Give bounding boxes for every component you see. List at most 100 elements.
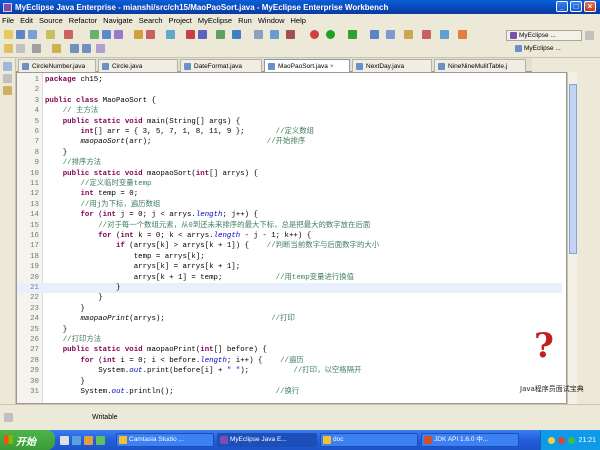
tray-icon-2[interactable]	[558, 436, 566, 444]
forward-icon[interactable]	[82, 44, 91, 53]
code-line[interactable]: 14 for (int j = 0; j < arrys.length; j++…	[17, 210, 562, 220]
code-line[interactable]: 3 public class MaoPaoSort {	[17, 96, 562, 106]
next-annotation-icon[interactable]	[4, 44, 13, 53]
code-line[interactable]: 2	[17, 85, 562, 95]
code-line[interactable]: 4 // 主方法	[17, 106, 562, 116]
save-all-icon[interactable]	[28, 30, 37, 39]
code-text[interactable]: for (int j = 0; j < arrys.length; j++) {	[45, 210, 257, 220]
refresh-icon[interactable]	[216, 30, 225, 39]
run-external-icon[interactable]	[348, 30, 357, 39]
build-icon[interactable]	[64, 30, 73, 39]
code-text[interactable]: for (int i = 0; i < before.length; i++) …	[45, 356, 303, 366]
perspective-icon[interactable]	[458, 30, 467, 39]
code-text[interactable]: //排序方法	[45, 158, 101, 168]
menu-edit[interactable]: Edit	[20, 16, 33, 25]
menu-source[interactable]: Source	[39, 16, 63, 25]
code-text[interactable]: for (int k = 0; k < arrys.length - j - 1…	[45, 231, 311, 241]
task-camtasia[interactable]: Camtasia Studio ...	[116, 433, 214, 447]
menu-refactor[interactable]: Refactor	[69, 16, 97, 25]
perspective-switcher-primary[interactable]: MyEclipse ...	[506, 30, 582, 41]
code-line[interactable]: 8 }	[17, 148, 562, 158]
code-line[interactable]: 24 maopaoPrint(arrys); //打印	[17, 314, 562, 324]
code-text[interactable]: }	[45, 283, 120, 293]
close-button[interactable]: ×	[584, 1, 596, 12]
open-type-icon[interactable]	[370, 30, 379, 39]
debug-icon[interactable]	[310, 30, 319, 39]
quicklaunch-explorer-icon[interactable]	[84, 436, 93, 445]
code-text[interactable]: }	[45, 304, 84, 314]
code-text[interactable]: maopaoSort(arr); //开始排序	[45, 137, 305, 147]
code-line[interactable]: 26 //打印方法	[17, 335, 562, 345]
code-text[interactable]: public static void maopaoSort(int[] arry…	[45, 169, 258, 179]
run-icon[interactable]	[326, 30, 335, 39]
code-line[interactable]: 23 }	[17, 304, 562, 314]
code-line[interactable]: 13 //用j为下标，遍历数组	[17, 200, 562, 210]
db-icon[interactable]	[270, 30, 279, 39]
tab-ninenine[interactable]: NineNineMulitTable.j	[434, 59, 526, 72]
tab-circle[interactable]: Circle.java	[98, 59, 178, 72]
code-text[interactable]: System.out.println(); //换行	[45, 387, 299, 397]
menu-search[interactable]: Search	[139, 16, 163, 25]
code-text[interactable]: temp = arrys[k];	[45, 252, 205, 262]
new-icon[interactable]	[4, 30, 13, 39]
menu-project[interactable]: Project	[169, 16, 192, 25]
code-text[interactable]: }	[45, 293, 102, 303]
uml-icon[interactable]	[286, 30, 295, 39]
code-text[interactable]: if (arrys[k] > arrys[k + 1]) { //判断当前数字与…	[45, 241, 379, 251]
code-text[interactable]: public static void maopaoPrint(int[] bef…	[45, 345, 267, 355]
code-line[interactable]: 21 }	[17, 283, 562, 294]
code-line[interactable]: 30 }	[17, 377, 562, 387]
quicklaunch-media-icon[interactable]	[96, 436, 105, 445]
code-text[interactable]: public static void main(String[] args) {	[45, 117, 240, 127]
code-line[interactable]: 22 }	[17, 293, 562, 303]
menu-window[interactable]: Window	[258, 16, 285, 25]
pin-editor-icon[interactable]	[32, 44, 41, 53]
code-line[interactable]: 10 public static void maopaoSort(int[] a…	[17, 169, 562, 179]
open-browser-icon[interactable]	[166, 30, 175, 39]
code-line[interactable]: 29 System.out.print(before[i] + " "); //…	[17, 366, 562, 376]
code-text[interactable]: int[] arr = { 3, 5, 7, 1, 8, 11, 9 }; //…	[45, 127, 314, 137]
code-line[interactable]: 19 arrys[k] = arrys[k + 1];	[17, 262, 562, 272]
external-tools-icon[interactable]	[254, 30, 263, 39]
tab-circlenumber[interactable]: CircleNumber.java	[18, 59, 96, 72]
back-icon[interactable]	[70, 44, 79, 53]
maximize-button[interactable]: □	[570, 1, 582, 12]
code-text[interactable]: maopaoPrint(arrys); //打印	[45, 314, 294, 324]
new-package-icon[interactable]	[102, 30, 111, 39]
task-jdk-api[interactable]: JDK API 1.6.0 中...	[421, 433, 519, 447]
code-text[interactable]: //对于每一个数组元素，从0到还未来排序的最大下标，总是把最大的数字放在后面	[45, 221, 370, 231]
perspective-menu-icon[interactable]	[585, 31, 594, 40]
menu-file[interactable]: File	[2, 16, 14, 25]
code-text[interactable]: //打印方法	[45, 335, 101, 345]
quicklaunch-desktop-icon[interactable]	[60, 436, 69, 445]
code-line[interactable]: 5 public static void main(String[] args)…	[17, 117, 562, 127]
code-line[interactable]: 6 int[] arr = { 3, 5, 7, 1, 8, 11, 9 }; …	[17, 127, 562, 137]
last-edit-icon[interactable]	[52, 44, 61, 53]
menu-myeclipse[interactable]: MyEclipse	[198, 16, 232, 25]
new-class-icon[interactable]	[114, 30, 123, 39]
open-resource-icon[interactable]	[386, 30, 395, 39]
code-line[interactable]: 20 arrys[k + 1] = temp; //用temp变量进行换值	[17, 273, 562, 283]
task-myeclipse[interactable]: MyEclipse Java E...	[217, 433, 317, 447]
code-line[interactable]: 17 if (arrys[k] > arrys[k + 1]) { //判断当前…	[17, 241, 562, 251]
menu-run[interactable]: Run	[238, 16, 252, 25]
code-text[interactable]: // 主方法	[45, 106, 98, 116]
code-line[interactable]: 25 }	[17, 325, 562, 335]
code-text[interactable]: package ch15;	[45, 75, 103, 85]
menu-navigate[interactable]: Navigate	[103, 16, 133, 25]
minimize-button[interactable]: _	[556, 1, 568, 12]
restore-view-icon[interactable]	[3, 62, 12, 71]
code-text[interactable]: public class MaoPaoSort {	[45, 96, 156, 106]
code-line[interactable]: 7 maopaoSort(arr); //开始排序	[17, 137, 562, 147]
tray-icon-3[interactable]	[568, 436, 576, 444]
print-icon[interactable]	[46, 30, 55, 39]
code-text[interactable]: //用j为下标，遍历数组	[45, 200, 160, 210]
code-line[interactable]: 18 temp = arrys[k];	[17, 252, 562, 262]
code-line[interactable]: 9 //排序方法	[17, 158, 562, 168]
deploy-icon[interactable]	[134, 30, 143, 39]
tab-dateformat[interactable]: DateFormat.java	[180, 59, 262, 72]
server-start-icon[interactable]	[440, 30, 449, 39]
code-line[interactable]: 15 //对于每一个数组元素，从0到还未来排序的最大下标，总是把最大的数字放在后…	[17, 221, 562, 231]
tray-icon-1[interactable]	[548, 436, 556, 444]
task-doc-folder[interactable]: doc	[320, 433, 418, 447]
